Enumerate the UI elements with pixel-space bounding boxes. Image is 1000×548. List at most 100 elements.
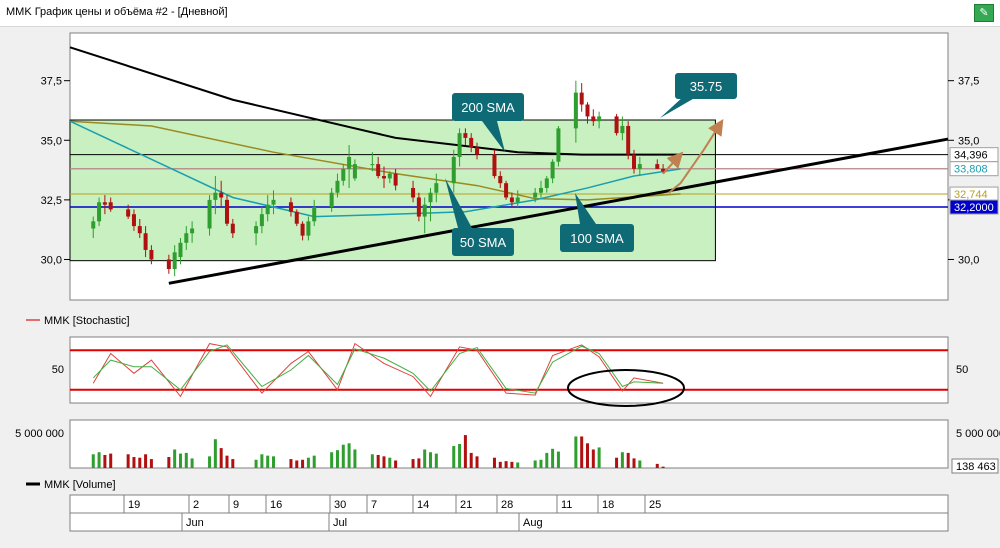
date-label-8: 28 xyxy=(501,499,513,511)
volume-bar xyxy=(545,452,549,468)
volume-bar xyxy=(452,446,456,468)
volume-bar xyxy=(417,458,421,468)
svg-text:32,744: 32,744 xyxy=(954,189,988,201)
volume-bar xyxy=(504,461,508,468)
month-label-0: Jun xyxy=(186,517,204,529)
candle xyxy=(626,121,631,160)
volume-bar xyxy=(254,459,258,468)
candle xyxy=(556,125,561,167)
volume-bar xyxy=(260,454,264,468)
volume-bar xyxy=(539,459,543,468)
volume-bar xyxy=(132,457,136,468)
date-label-0: 19 xyxy=(128,499,140,511)
volume-bar xyxy=(580,436,584,468)
volume-bar xyxy=(597,447,601,468)
volume-bar xyxy=(91,454,95,468)
date-label-1: 2 xyxy=(193,499,199,511)
volume-bar xyxy=(469,452,473,468)
volume-bar xyxy=(661,466,665,468)
volume-bar xyxy=(626,452,630,468)
candle xyxy=(614,114,619,136)
chart-canvas: 37,537,535,035,032,532,530,030,0 34,3963… xyxy=(15,32,1000,532)
volume-bar xyxy=(411,459,415,468)
volume-bar xyxy=(213,439,217,468)
volume-bar xyxy=(370,454,374,468)
price-label-1: 33,808 xyxy=(949,161,999,177)
volume-bar xyxy=(266,455,270,468)
date-label-3: 16 xyxy=(270,499,282,511)
month-label-2: Aug xyxy=(523,517,543,529)
volume-bar xyxy=(272,456,276,468)
volume-bar xyxy=(301,459,305,468)
volume-bar xyxy=(556,451,560,468)
volume-bar xyxy=(109,453,113,468)
volume-last-label: 138 463 xyxy=(956,461,996,473)
volume-bar xyxy=(463,435,467,468)
price-label-3: 32,2000 xyxy=(949,199,999,215)
volume-bar xyxy=(498,461,502,468)
svg-text:32,2000: 32,2000 xyxy=(954,202,994,214)
price-ytick-right-3: 30,0 xyxy=(958,254,979,266)
svg-text:33,808: 33,808 xyxy=(954,164,988,176)
volume-ytick-right: 5 000 000 xyxy=(956,428,1000,440)
date-label-10: 18 xyxy=(602,499,614,511)
volume-bar xyxy=(638,460,642,468)
volume-bar xyxy=(219,448,223,468)
price-ytick-left-1: 35,0 xyxy=(41,135,62,147)
volume-bar xyxy=(208,456,212,468)
annotation-200sma-label: 200 SMA xyxy=(461,100,515,115)
volume-bar xyxy=(620,452,624,468)
month-label-1: Jul xyxy=(333,517,347,529)
volume-legend: MMK [Volume] xyxy=(26,479,116,491)
volume-bar xyxy=(382,456,386,468)
volume-bar xyxy=(190,458,194,468)
svg-text:34,396: 34,396 xyxy=(954,150,988,162)
volume-bar xyxy=(591,449,595,468)
price-ytick-left-2: 32,5 xyxy=(41,195,62,207)
volume-bar xyxy=(144,454,148,468)
volume-bar xyxy=(376,454,380,468)
stochastic-ytick-right: 50 xyxy=(956,364,968,376)
volume-bar xyxy=(655,463,659,468)
volume-legend-label: MMK [Volume] xyxy=(44,479,116,491)
price-ytick-left-3: 30,0 xyxy=(41,254,62,266)
date-label-11: 25 xyxy=(649,499,661,511)
stochastic-legend: MMK [Stochastic] xyxy=(26,315,130,327)
volume-bar xyxy=(510,461,514,468)
volume-bar xyxy=(475,456,479,468)
volume-bar xyxy=(306,457,310,468)
volume-bar xyxy=(353,449,357,468)
volume-bar xyxy=(341,444,345,468)
volume-bar xyxy=(551,448,555,468)
volume-bar xyxy=(289,459,293,468)
price-label-0: 34,396 xyxy=(949,147,999,163)
volume-bar xyxy=(347,443,351,468)
candle xyxy=(294,209,299,227)
volume-bar xyxy=(516,462,520,468)
price-ytick-right-0: 37,5 xyxy=(958,76,979,88)
date-label-2: 9 xyxy=(233,499,239,511)
volume-ytick-left: 5 000 000 xyxy=(15,428,64,440)
date-label-4: 30 xyxy=(334,499,346,511)
volume-bar xyxy=(394,460,398,468)
volume-bar xyxy=(225,455,229,468)
volume-bar xyxy=(632,458,636,468)
stochastic-legend-label: MMK [Stochastic] xyxy=(44,315,130,327)
volume-bar xyxy=(149,459,153,468)
volume-panel xyxy=(69,419,949,469)
volume-bar xyxy=(103,454,107,468)
volume-bar xyxy=(173,449,177,468)
volume-bar xyxy=(126,454,130,468)
date-label-5: 7 xyxy=(371,499,377,511)
price-ytick-right-1: 35,0 xyxy=(958,135,979,147)
volume-bar xyxy=(335,450,339,468)
volume-bar xyxy=(184,452,188,468)
candle xyxy=(504,180,509,200)
price-ytick-left-0: 37,5 xyxy=(41,76,62,88)
volume-bar xyxy=(585,443,589,468)
volume-bar xyxy=(458,444,462,468)
stochastic-ytick-left: 50 xyxy=(52,364,64,376)
volume-bar xyxy=(231,459,235,468)
volume-bar xyxy=(330,452,334,468)
volume-bar xyxy=(492,457,496,468)
